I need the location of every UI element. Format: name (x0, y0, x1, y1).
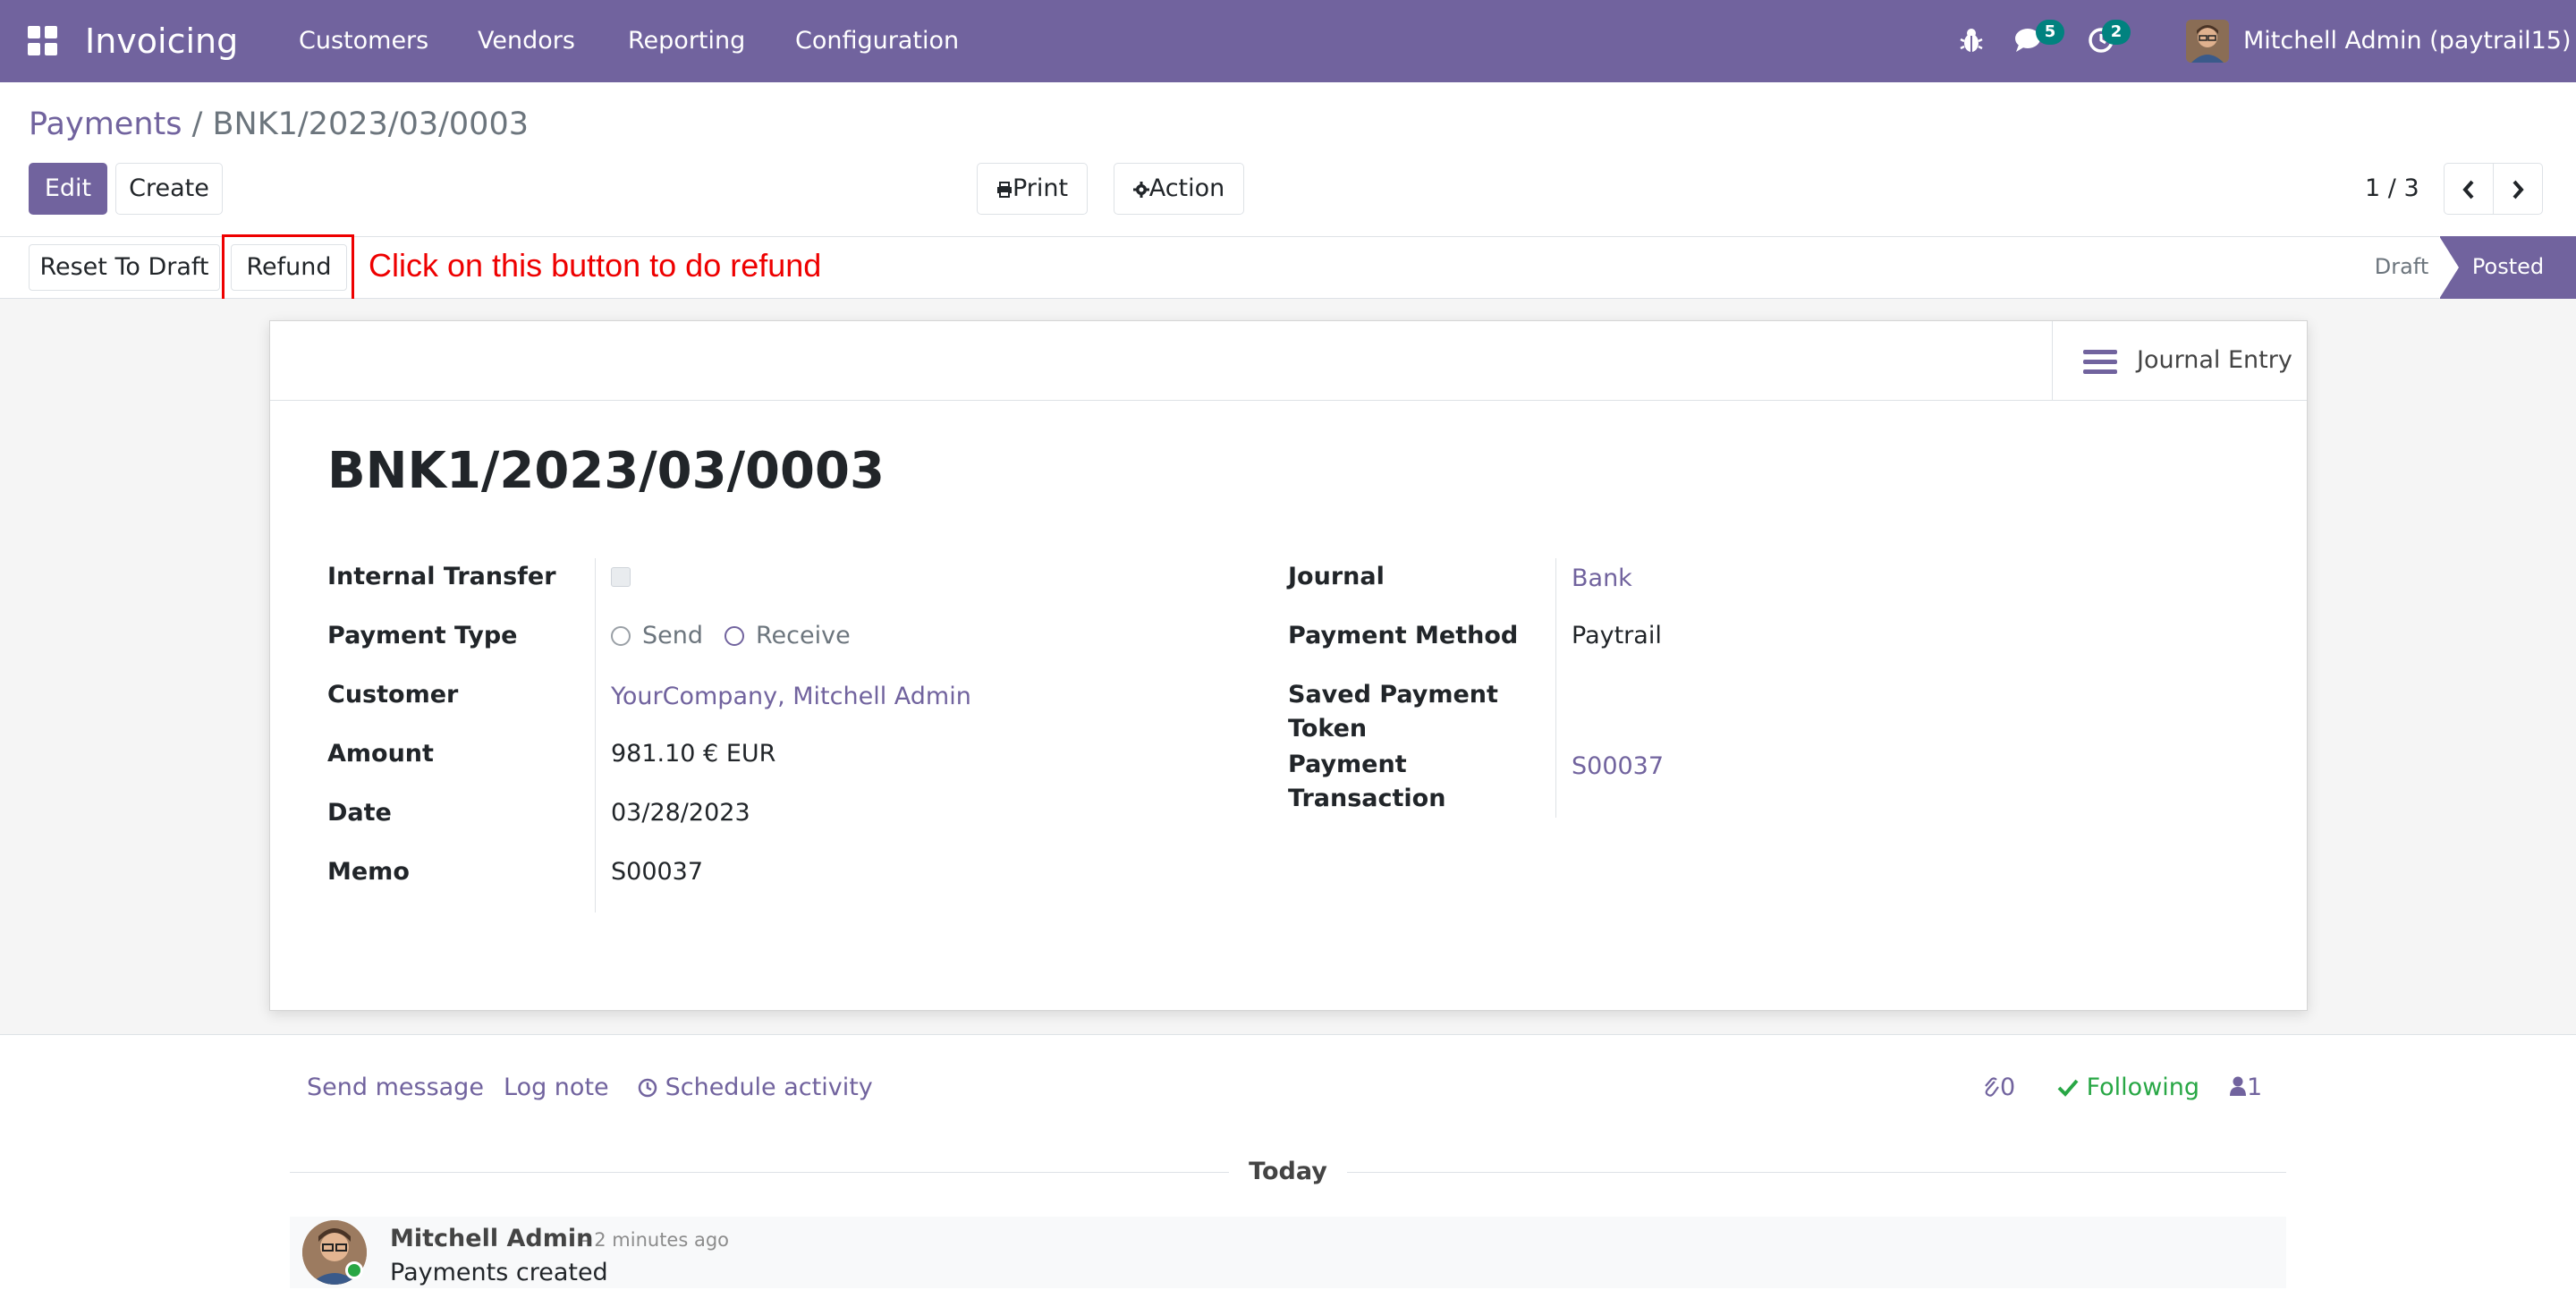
create-button[interactable]: Create (115, 163, 223, 215)
following-button[interactable]: Following (2057, 1070, 2199, 1106)
pager-next-button[interactable] (2493, 163, 2543, 215)
app-title[interactable]: Invoicing (85, 18, 238, 64)
gear-icon (1132, 165, 1149, 198)
online-status-dot (345, 1261, 363, 1279)
refund-highlight-box (222, 234, 354, 304)
message-author[interactable]: Mitchell Admin (390, 1222, 593, 1256)
date-value: 03/28/2023 (611, 799, 750, 827)
attachments-button[interactable]: 0 (1982, 1070, 2015, 1106)
payment-method-label: Payment Method (1288, 622, 1519, 649)
amount-label: Amount (327, 740, 434, 768)
smart-button-box: Journal Entry (270, 321, 2307, 401)
followers-button[interactable]: 1 (2229, 1070, 2262, 1106)
message-timestamp: - 2 minutes ago (581, 1229, 730, 1251)
right-group-divider (1555, 558, 1556, 818)
journal-entry-label: Journal Entry (2137, 346, 2292, 374)
apps-grid-icon[interactable] (28, 26, 58, 56)
attachments-count: 0 (2000, 1074, 2016, 1101)
customer-link[interactable]: YourCompany, Mitchell Admin (611, 680, 971, 714)
payment-transaction-label-line1: Payment (1288, 751, 1407, 778)
payment-type-send-radio[interactable] (611, 626, 631, 646)
followers-count: 1 (2247, 1074, 2263, 1101)
breadcrumb: Payments / BNK1/2023/03/0003 (29, 102, 529, 147)
refund-annotation: Click on this button to do refund (369, 247, 822, 284)
breadcrumb-separator: / (182, 106, 213, 142)
edit-button[interactable]: Edit (29, 163, 107, 215)
user-menu[interactable]: Mitchell Admin (paytrail15) (2243, 0, 2572, 82)
payment-type-send-label: Send (642, 622, 704, 649)
messages-badge: 5 (2036, 20, 2064, 45)
user-avatar[interactable] (2186, 20, 2229, 63)
top-navbar: Invoicing Customers Vendors Reporting Co… (0, 0, 2576, 82)
log-note-button[interactable]: Log note (504, 1070, 609, 1106)
check-icon (2057, 1072, 2079, 1097)
list-icon (2083, 350, 2117, 375)
amount-value: 981.10 € EUR (611, 740, 776, 768)
journal-link[interactable]: Bank (1572, 562, 1632, 596)
breadcrumb-payments[interactable]: Payments (29, 106, 182, 142)
menu-reporting[interactable]: Reporting (628, 0, 745, 82)
menu-customers[interactable]: Customers (299, 0, 428, 82)
journal-label: Journal (1288, 563, 1385, 590)
record-title: BNK1/2023/03/0003 (327, 442, 885, 500)
payment-type-receive-radio[interactable] (724, 626, 744, 646)
send-message-button[interactable]: Send message (307, 1070, 484, 1106)
today-label: Today (1249, 1158, 1327, 1185)
print-icon (996, 165, 1013, 198)
menu-configuration[interactable]: Configuration (795, 0, 959, 82)
pager-value[interactable]: 1 / 3 (2365, 163, 2419, 215)
payment-transaction-label-line2: Transaction (1288, 785, 1446, 812)
customer-label: Customer (327, 681, 459, 709)
pager-previous-button[interactable] (2444, 163, 2494, 215)
form-sheet: Journal Entry (269, 320, 2308, 1011)
following-label: Following (2086, 1074, 2200, 1101)
chevron-left-icon (2462, 174, 2476, 202)
message-body: Payments created (390, 1259, 608, 1286)
schedule-activity-button[interactable]: Schedule activity (638, 1070, 873, 1106)
stage-draft[interactable]: Draft (2361, 236, 2442, 299)
action-button[interactable]: Action (1114, 163, 1244, 215)
internal-transfer-checkbox[interactable] (611, 567, 631, 587)
journal-entry-smart-button[interactable]: Journal Entry (2052, 321, 2307, 400)
activities-badge: 2 (2102, 20, 2131, 45)
today-divider-left (290, 1172, 1229, 1173)
memo-label: Memo (327, 858, 410, 886)
menu-vendors[interactable]: Vendors (478, 0, 575, 82)
stage-posted[interactable]: Posted (2439, 236, 2576, 299)
payment-method-value: Paytrail (1572, 622, 1662, 649)
chevron-right-icon (2511, 174, 2525, 202)
payment-transaction-link[interactable]: S00037 (1572, 750, 1664, 784)
bug-icon[interactable] (1959, 27, 1984, 57)
left-group-divider (595, 558, 596, 912)
user-icon (2229, 1072, 2247, 1096)
payment-type-label: Payment Type (327, 622, 518, 649)
today-divider-right (1347, 1172, 2286, 1173)
print-label: Print (1012, 174, 1069, 202)
saved-payment-token-label-line1: Saved Payment (1288, 681, 1498, 709)
memo-value: S00037 (611, 858, 704, 886)
payment-type-receive-label: Receive (756, 622, 851, 649)
print-button[interactable]: Print (977, 163, 1088, 215)
schedule-activity-label: Schedule activity (665, 1074, 873, 1101)
action-label: Action (1148, 174, 1225, 202)
breadcrumb-current: BNK1/2023/03/0003 (212, 106, 529, 142)
paperclip-icon (1982, 1073, 2000, 1097)
saved-payment-token-label-line2: Token (1288, 715, 1368, 743)
internal-transfer-label: Internal Transfer (327, 563, 556, 590)
date-label: Date (327, 799, 392, 827)
reset-to-draft-button[interactable]: Reset To Draft (29, 244, 220, 291)
clock-outline-icon (638, 1073, 657, 1098)
